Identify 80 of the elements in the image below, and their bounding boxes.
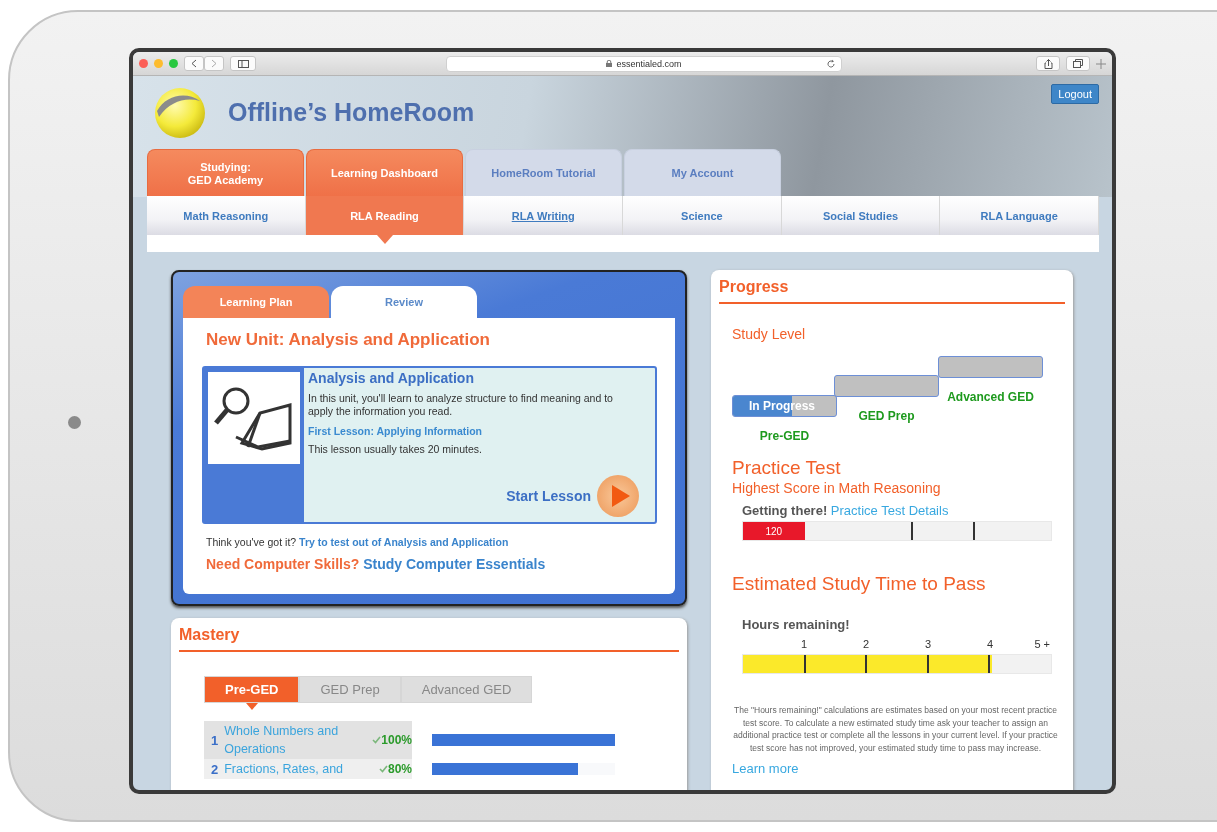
card-heading: Progress bbox=[719, 278, 1065, 304]
computer-essentials-link[interactable]: Study Computer Essentials bbox=[363, 556, 546, 572]
lesson-title: Analysis and Application bbox=[308, 370, 475, 386]
unit-title: New Unit: Analysis and Application bbox=[206, 330, 491, 350]
card-heading: Mastery bbox=[179, 626, 679, 652]
check-icon bbox=[378, 765, 388, 773]
learn-more-link[interactable]: Learn more bbox=[732, 761, 799, 776]
step-label: Advanced GED bbox=[947, 390, 1034, 404]
start-lesson-link[interactable]: Start Lesson bbox=[506, 488, 591, 504]
share-icon bbox=[1043, 58, 1053, 69]
reload-icon[interactable] bbox=[826, 58, 836, 69]
check-icon bbox=[372, 736, 382, 744]
tick-mark bbox=[803, 655, 806, 673]
tabs-icon bbox=[1073, 59, 1083, 68]
subject-tab[interactable]: RLA Writing bbox=[464, 196, 623, 235]
step-label: GED Prep bbox=[858, 409, 915, 423]
topic-link[interactable]: Whole Numbers and Operations bbox=[224, 722, 367, 758]
level-tab[interactable]: Pre-GED bbox=[204, 676, 300, 703]
status-text: Getting there! bbox=[742, 503, 828, 518]
duration-text: This lesson usually takes 20 minutes. bbox=[308, 443, 483, 456]
hour-tick-label: 3 bbox=[924, 638, 932, 650]
close-dot bbox=[139, 59, 148, 68]
main-tab[interactable]: My Account bbox=[624, 149, 781, 197]
tick-mark bbox=[911, 522, 914, 540]
tick-mark bbox=[926, 655, 929, 673]
step-label: Pre-GED bbox=[759, 429, 810, 443]
card-tab[interactable]: Learning Plan bbox=[183, 286, 329, 318]
topic-score: 100% bbox=[372, 733, 412, 747]
subject-tab[interactable]: Math Reasoning bbox=[147, 196, 306, 235]
tabs-button[interactable] bbox=[1066, 56, 1090, 71]
tick-mark bbox=[973, 522, 975, 540]
address-field[interactable]: essentialed.com bbox=[446, 55, 842, 72]
maximize-dot bbox=[169, 59, 178, 68]
main-tab[interactable]: Studying: GED Academy bbox=[147, 149, 304, 197]
chevron-left-icon bbox=[190, 59, 198, 68]
main-tab[interactable]: Learning Dashboard bbox=[306, 149, 463, 197]
minimize-dot bbox=[154, 59, 163, 68]
study-time-title: Estimated Study Time to Pass bbox=[732, 573, 987, 595]
test-out-text: Think you've got it? Try to test out of Analysis and Application bbox=[206, 536, 510, 548]
topic-link[interactable]: Fractions, Rates, and bbox=[224, 760, 373, 778]
subject-tab[interactable]: Social Studies bbox=[781, 196, 941, 235]
hour-tick-label: 4 bbox=[986, 638, 994, 650]
camera-dot bbox=[68, 416, 81, 429]
hour-tick-label: 1 bbox=[800, 638, 808, 650]
logo-icon bbox=[154, 86, 206, 139]
back-button[interactable] bbox=[184, 56, 204, 71]
subject-tab[interactable]: Science bbox=[623, 196, 782, 235]
level-tab[interactable]: GED Prep bbox=[299, 676, 401, 703]
chevron-right-icon bbox=[210, 59, 218, 68]
lesson-description: In this unit, you'll learn to analyze structure to find meaning and to apply the information you read. bbox=[308, 392, 614, 418]
main-tab[interactable]: HomeRoom Tutorial bbox=[465, 149, 622, 197]
hours-note: The "Hours remaining!" calculations are estimates based on your most recent practice test score. To calculate a new estimated study time ask your teacher to assign an additional practice test or complete all the lessons in your current level. If your practice test score has not improved, your estimated study time to pass may increase. bbox=[732, 704, 1059, 754]
topic-score: 80% bbox=[378, 762, 412, 776]
tick-mark bbox=[865, 655, 868, 673]
site-title: Offline’s HomeRoom bbox=[228, 98, 476, 127]
topic-number: 1 bbox=[211, 732, 219, 748]
share-button[interactable] bbox=[1036, 56, 1060, 71]
topic-number: 2 bbox=[211, 761, 219, 777]
lock-icon bbox=[606, 60, 613, 67]
practice-test-link[interactable]: Practice Test Details bbox=[830, 503, 949, 518]
level-tab[interactable]: Advanced GED bbox=[400, 676, 533, 703]
play-button[interactable] bbox=[597, 475, 639, 517]
sidebar-button[interactable] bbox=[230, 56, 256, 71]
hour-tick-label: 5 + bbox=[1034, 638, 1050, 650]
pointer-notch bbox=[245, 703, 258, 710]
hours-label: Hours remaining! bbox=[742, 617, 851, 632]
practice-test-title: Practice Test bbox=[732, 457, 842, 479]
sidebar-icon bbox=[237, 59, 249, 68]
study-level-title: Study Level bbox=[732, 326, 807, 342]
subject-tab[interactable]: RLA Reading bbox=[305, 196, 465, 235]
practice-test-subtitle: Highest Score in Math Reasoning bbox=[732, 480, 942, 496]
hour-tick-label: 2 bbox=[862, 638, 870, 650]
card-tab[interactable]: Review bbox=[331, 286, 477, 318]
subject-tab[interactable]: RLA Language bbox=[940, 196, 1100, 235]
first-lesson-text: First Lesson: Applying Information bbox=[308, 425, 484, 437]
computer-skills-prompt: Need Computer Skills? bbox=[206, 556, 360, 572]
test-out-link[interactable]: Try to test out of Analysis and Application bbox=[299, 536, 509, 548]
score-fill: 120 bbox=[743, 522, 805, 540]
tick-mark bbox=[988, 655, 991, 673]
logout-button[interactable]: Logout bbox=[1051, 84, 1099, 104]
